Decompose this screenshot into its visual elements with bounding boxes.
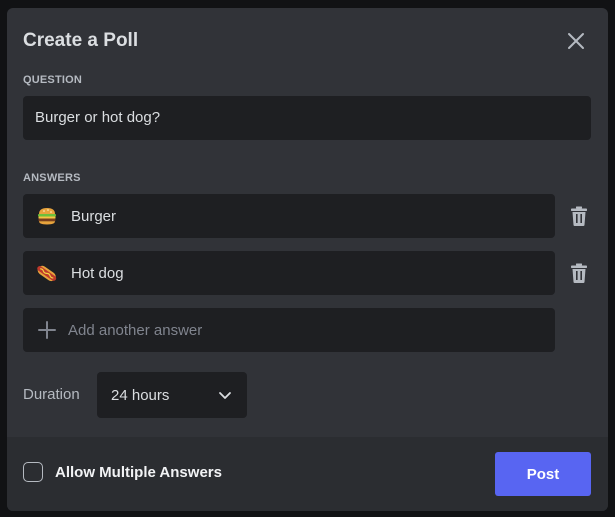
answer-field-2[interactable]: Hot dog [23, 251, 555, 295]
trash-icon [571, 263, 587, 283]
allow-multiple-label[interactable]: Allow Multiple Answers [55, 464, 222, 481]
close-button[interactable] [564, 29, 588, 53]
answers-label: ANSWERS [23, 172, 81, 184]
duration-value: 24 hours [111, 386, 170, 404]
close-icon [568, 33, 584, 49]
answer-text-1: Burger [71, 207, 117, 225]
delete-answer-2-button[interactable] [567, 261, 591, 285]
modal-footer: Allow Multiple Answers Post [7, 437, 608, 511]
post-button[interactable]: Post [495, 452, 591, 496]
question-input[interactable]: Burger or hot dog? [23, 96, 591, 140]
hot-dog-icon[interactable] [35, 261, 59, 285]
burger-icon[interactable] [35, 204, 59, 228]
modal-title: Create a Poll [23, 30, 139, 51]
question-label: QUESTION [23, 74, 83, 86]
answer-field-1[interactable]: Burger [23, 194, 555, 238]
modal-header: Create a Poll [23, 26, 592, 56]
allow-multiple-checkbox[interactable] [23, 462, 43, 482]
answer-text-2: Hot dog [71, 264, 124, 282]
create-poll-modal: Create a Poll QUESTION Burger or hot dog… [7, 8, 608, 511]
chevron-down-icon [219, 392, 231, 399]
plus-icon [35, 318, 59, 342]
add-answer-field[interactable]: Add another answer [23, 308, 555, 352]
duration-select[interactable]: 24 hours [97, 372, 247, 418]
add-answer-placeholder: Add another answer [68, 321, 203, 339]
delete-answer-1-button[interactable] [567, 204, 591, 228]
trash-icon [571, 206, 587, 226]
duration-label: Duration [23, 386, 80, 403]
